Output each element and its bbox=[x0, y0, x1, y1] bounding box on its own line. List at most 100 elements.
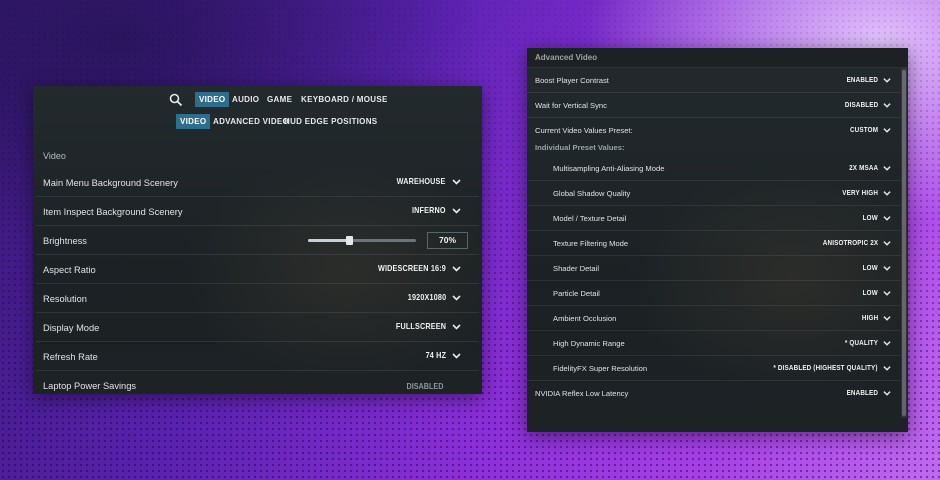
chevron-down-icon bbox=[883, 126, 891, 134]
chevron-down-icon bbox=[883, 264, 891, 272]
dropdown-value: * DISABLED (HIGHEST QUALITY) bbox=[773, 363, 878, 372]
tab-keyboard-mouse[interactable]: KEYBOARD / MOUSE bbox=[297, 92, 392, 107]
setting-label: Global Shadow Quality bbox=[553, 189, 631, 198]
setting-label: Shader Detail bbox=[553, 264, 600, 273]
chevron-down-icon bbox=[883, 364, 891, 372]
chevron-down-icon bbox=[883, 101, 891, 109]
fsr-dropdown[interactable]: * DISABLED (HIGHEST QUALITY) bbox=[755, 363, 891, 372]
preset-values-header: Individual Preset Values: bbox=[527, 143, 901, 156]
section-title: Video bbox=[43, 151, 66, 161]
setting-label: Item Inspect Background Scenery bbox=[43, 207, 183, 217]
setting-main-menu-scenery: Main Menu Background Scenery WAREHOUSE bbox=[36, 168, 479, 197]
setting-ambient-occlusion: Ambient Occlusion HIGH bbox=[527, 306, 901, 331]
nvidia-reflex-dropdown[interactable]: ENABLED bbox=[841, 388, 891, 397]
resolution-dropdown[interactable]: 1920X1080 bbox=[401, 292, 461, 302]
dropdown-value: FULLSCREEN bbox=[395, 321, 446, 331]
setting-label: Boost Player Contrast bbox=[535, 76, 609, 85]
scrollbar-thumb[interactable] bbox=[902, 70, 906, 416]
setting-item-inspect-scenery: Item Inspect Background Scenery INFERNO bbox=[36, 197, 479, 226]
texture-filtering-dropdown[interactable]: ANISOTROPIC 2X bbox=[813, 238, 891, 247]
chevron-down-icon bbox=[452, 177, 461, 186]
setting-msaa: Multisampling Anti-Aliasing Mode 2X MSAA bbox=[527, 156, 901, 181]
scrollbar[interactable] bbox=[901, 68, 907, 418]
dropdown-value: 1920X1080 bbox=[407, 292, 446, 302]
chevron-down-icon bbox=[883, 314, 891, 322]
setting-refresh-rate: Refresh Rate 74 HZ bbox=[36, 342, 479, 371]
setting-laptop-power-savings: Laptop Power Savings DISABLED bbox=[36, 371, 479, 394]
chevron-down-icon bbox=[883, 214, 891, 222]
setting-label: Ambient Occlusion bbox=[553, 314, 617, 323]
setting-label: Current Video Values Preset: bbox=[535, 126, 633, 135]
refresh-rate-dropdown[interactable]: 74 HZ bbox=[422, 350, 461, 360]
dropdown-value: WAREHOUSE bbox=[397, 176, 446, 186]
dropdown-value: ENABLED bbox=[846, 388, 878, 397]
msaa-dropdown[interactable]: 2X MSAA bbox=[844, 163, 891, 172]
item-inspect-scenery-dropdown[interactable]: INFERNO bbox=[406, 205, 461, 215]
texture-detail-dropdown[interactable]: LOW bbox=[860, 213, 891, 222]
main-tab-bar: VIDEO AUDIO GAME KEYBOARD / MOUSE bbox=[33, 92, 482, 110]
chevron-down-icon bbox=[452, 293, 461, 302]
dropdown-value: ANISOTROPIC 2X bbox=[822, 238, 878, 247]
chevron-down-icon bbox=[883, 389, 891, 397]
sub-tab-bar: VIDEO ADVANCED VIDEO HUD EDGE POSITIONS bbox=[33, 114, 482, 132]
ambient-occlusion-dropdown[interactable]: HIGH bbox=[859, 313, 891, 322]
slider-fill bbox=[308, 239, 350, 242]
advanced-video-panel: Advanced Video Boost Player Contrast ENA… bbox=[527, 48, 908, 432]
setting-label: Laptop Power Savings bbox=[43, 381, 137, 391]
shader-detail-dropdown[interactable]: LOW bbox=[860, 263, 891, 272]
chevron-down-icon bbox=[883, 76, 891, 84]
subtab-hud-edge-positions[interactable]: HUD EDGE POSITIONS bbox=[280, 114, 381, 129]
brightness-value-field[interactable]: 70% bbox=[427, 232, 468, 249]
dropdown-value: HIGH bbox=[861, 313, 878, 322]
chevron-down-icon bbox=[883, 189, 891, 197]
video-preset-dropdown[interactable]: CUSTOM bbox=[845, 125, 891, 134]
dropdown-value: WIDESCREEN 16:9 bbox=[378, 263, 446, 273]
setting-boost-player-contrast: Boost Player Contrast ENABLED bbox=[527, 68, 901, 93]
search-icon[interactable] bbox=[169, 93, 183, 107]
setting-texture-filtering: Texture Filtering Mode ANISOTROPIC 2X bbox=[527, 231, 901, 256]
dropdown-value: LOW bbox=[862, 263, 878, 272]
dropdown-value: DISABLED bbox=[844, 100, 878, 109]
vertical-sync-dropdown[interactable]: DISABLED bbox=[839, 100, 891, 109]
hdr-dropdown[interactable]: * QUALITY bbox=[839, 338, 891, 347]
dropdown-value: 74 HZ bbox=[425, 350, 446, 360]
dropdown-value: 2X MSAA bbox=[848, 163, 878, 172]
chevron-down-icon bbox=[883, 164, 891, 172]
main-menu-scenery-dropdown[interactable]: WAREHOUSE bbox=[388, 176, 461, 186]
panel-header: Advanced Video bbox=[527, 48, 908, 68]
subtab-video[interactable]: VIDEO bbox=[176, 114, 211, 129]
chevron-down-icon bbox=[452, 206, 461, 215]
setting-label: Texture Filtering Mode bbox=[553, 239, 629, 248]
shadow-quality-dropdown[interactable]: VERY HIGH bbox=[836, 188, 891, 197]
setting-brightness: Brightness 70% bbox=[36, 226, 479, 255]
setting-label: Refresh Rate bbox=[43, 352, 98, 362]
setting-video-preset: Current Video Values Preset: CUSTOM bbox=[527, 118, 901, 143]
display-mode-dropdown[interactable]: FULLSCREEN bbox=[387, 321, 461, 331]
dropdown-value: * QUALITY bbox=[844, 338, 878, 347]
tab-game[interactable]: GAME bbox=[263, 92, 296, 107]
setting-aspect-ratio: Aspect Ratio WIDESCREEN 16:9 bbox=[36, 255, 479, 284]
slider-handle[interactable] bbox=[346, 236, 354, 245]
dropdown-value: INFERNO bbox=[412, 205, 446, 215]
tab-audio[interactable]: AUDIO bbox=[228, 92, 263, 107]
boost-player-contrast-dropdown[interactable]: ENABLED bbox=[841, 75, 891, 84]
setting-nvidia-reflex: NVIDIA Reflex Low Latency ENABLED bbox=[527, 381, 901, 406]
chevron-down-icon bbox=[883, 289, 891, 297]
dropdown-value: LOW bbox=[862, 288, 878, 297]
setting-fsr: FidelityFX Super Resolution * DISABLED (… bbox=[527, 356, 901, 381]
setting-label: FidelityFX Super Resolution bbox=[553, 364, 648, 373]
setting-display-mode: Display Mode FULLSCREEN bbox=[36, 313, 479, 342]
aspect-ratio-dropdown[interactable]: WIDESCREEN 16:9 bbox=[366, 263, 461, 273]
video-settings-list: Main Menu Background Scenery WAREHOUSE I… bbox=[36, 168, 479, 394]
setting-label: Multisampling Anti-Aliasing Mode bbox=[553, 164, 665, 173]
setting-label: High Dynamic Range bbox=[553, 339, 625, 348]
setting-label: Wait for Vertical Sync bbox=[535, 101, 607, 110]
tab-video[interactable]: VIDEO bbox=[195, 92, 230, 107]
setting-label: Brightness bbox=[43, 236, 87, 246]
dropdown-value: ENABLED bbox=[846, 75, 878, 84]
setting-label: Main Menu Background Scenery bbox=[43, 178, 178, 188]
particle-detail-dropdown[interactable]: LOW bbox=[860, 288, 891, 297]
setting-resolution: Resolution 1920X1080 bbox=[36, 284, 479, 313]
video-settings-panel: VIDEO AUDIO GAME KEYBOARD / MOUSE VIDEO … bbox=[33, 86, 482, 394]
brightness-slider[interactable] bbox=[308, 236, 416, 245]
